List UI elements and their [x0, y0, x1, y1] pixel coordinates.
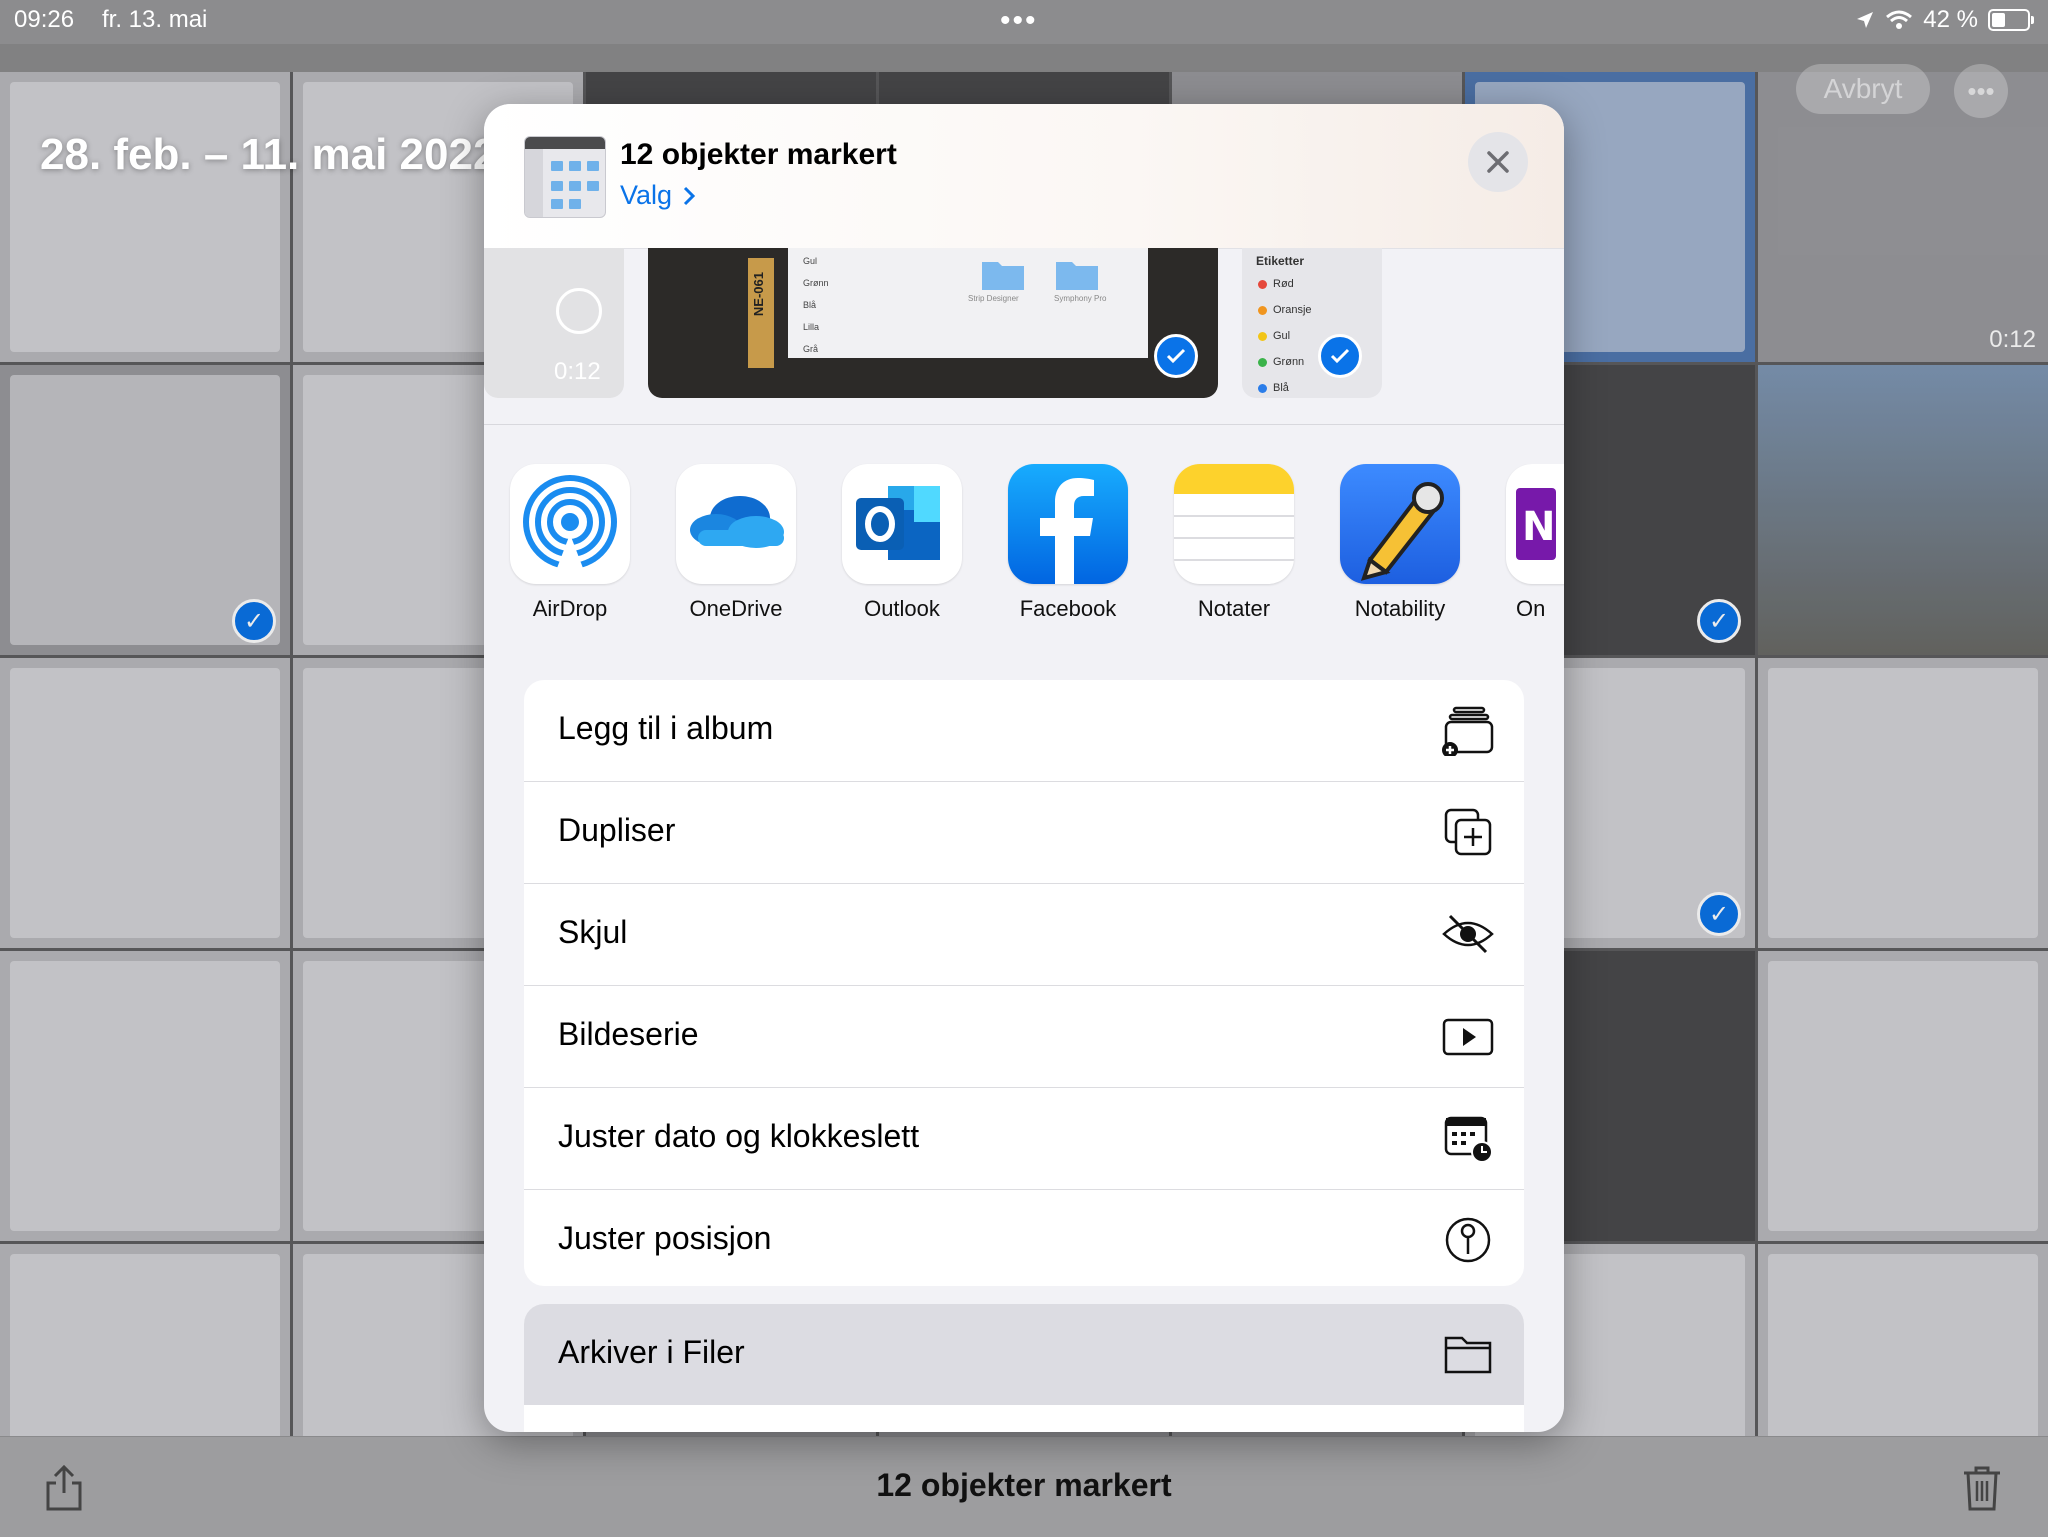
share-app-onedrive[interactable]: OneDrive: [666, 464, 806, 622]
action-label: Arkiver i Filer: [558, 1334, 745, 1370]
onenote-icon: N: [1506, 464, 1564, 584]
selected-photo[interactable]: 0:12: [484, 248, 624, 398]
label-item: Rød: [1258, 278, 1294, 290]
share-app-name: Outlook: [864, 596, 940, 621]
hide-eye-icon: [1442, 914, 1494, 954]
share-app-airdrop[interactable]: AirDrop: [500, 464, 640, 622]
share-sheet-title: 12 objekter markert: [620, 138, 897, 171]
selection-thumbnail: [524, 136, 606, 218]
share-app-name: Notability: [1354, 596, 1446, 621]
folder-label: Strip Designer: [968, 294, 1019, 303]
action-add-to-album[interactable]: Legg til i album: [524, 680, 1524, 782]
share-app-name: OneDrive: [689, 596, 783, 621]
label-item: Grønn: [1258, 356, 1304, 368]
battery-percent: 42 %: [1923, 6, 1978, 33]
status-date: fr. 13. mai: [102, 6, 208, 33]
trash-icon[interactable]: [1960, 1463, 2004, 1513]
selected-photo[interactable]: Etiketter Rød Oransje Gul Grønn Blå: [1242, 248, 1382, 398]
action-duplicate[interactable]: Dupliser: [524, 782, 1524, 884]
share-app-name: AirDrop: [532, 596, 608, 621]
calendar-clock-icon: [1444, 1116, 1493, 1163]
action-label: Dupliser: [558, 812, 676, 848]
folder-icon: [1444, 1336, 1492, 1374]
share-app-name: Facebook: [1019, 596, 1117, 621]
share-app-facebook[interactable]: Facebook: [998, 464, 1138, 622]
action-label: Legg til i album: [558, 710, 774, 746]
airdrop-icon: [510, 464, 630, 584]
status-bar: 09:26 fr. 13. mai ••• 42 %: [0, 0, 2048, 44]
duplicate-icon: [1444, 808, 1492, 856]
notes-icon: [1174, 464, 1294, 584]
add-to-album-icon: [1442, 706, 1494, 756]
share-app-onenote[interactable]: N On: [1496, 464, 1564, 622]
action-hide[interactable]: Skjul: [524, 884, 1524, 986]
status-time: 09:26: [14, 6, 75, 33]
tape-text: NE-061: [751, 272, 766, 317]
close-button[interactable]: [1468, 132, 1528, 192]
mini-label: Gul: [803, 256, 818, 266]
bottom-toolbar: 12 objekter markert: [0, 1436, 2048, 1537]
mini-label: Grå: [803, 344, 819, 354]
options-label: Valg: [620, 180, 673, 210]
share-app-outlook[interactable]: Outlook: [832, 464, 972, 622]
share-app-notability[interactable]: Notability: [1330, 464, 1470, 622]
onedrive-icon: [676, 464, 796, 584]
share-sheet: 12 objekter markert Valg 0:12 NE-061 Gul…: [484, 104, 1564, 1432]
folder-label: Symphony Pro: [1054, 294, 1107, 303]
location-pin-icon: [1445, 1217, 1491, 1263]
svg-text:N: N: [1522, 504, 1555, 550]
chevron-right-icon: [683, 186, 696, 205]
facebook-icon: [1008, 464, 1128, 584]
save-actions-list: Arkiver i Filer: [524, 1304, 1524, 1432]
cancel-selection-button[interactable]: Avbryt: [1796, 64, 1930, 114]
mini-label: Lilla: [803, 322, 820, 332]
mini-label: Blå: [803, 300, 817, 310]
share-app-name: On: [1516, 596, 1546, 621]
close-icon: [1487, 151, 1509, 173]
selected-check-icon: [1318, 334, 1362, 378]
action-adjust-date-time[interactable]: Juster dato og klokkeslett: [524, 1088, 1524, 1190]
labels-title: Etiketter: [1256, 254, 1305, 268]
share-sheet-header: 12 objekter markert Valg: [484, 104, 1564, 249]
notability-icon: [1340, 464, 1460, 584]
multitasking-dots-icon[interactable]: •••: [1000, 4, 1038, 38]
action-label: Bildeserie: [558, 1016, 699, 1052]
label-item: Oransje: [1258, 304, 1312, 316]
action-label: Skjul: [558, 914, 628, 950]
options-link[interactable]: Valg: [620, 180, 696, 211]
action-save-to-files[interactable]: Arkiver i Filer: [524, 1304, 1524, 1405]
battery-icon: [1988, 9, 2034, 31]
action-adjust-location[interactable]: Juster posisjon: [524, 1190, 1524, 1286]
location-arrow-icon: [1857, 12, 1874, 28]
folder-icon: [1056, 262, 1098, 290]
unselected-circle-icon: [556, 288, 602, 334]
action-slideshow[interactable]: Bildeserie: [524, 986, 1524, 1088]
label-item: Gul: [1258, 330, 1290, 342]
share-app-notes[interactable]: Notater: [1164, 464, 1304, 622]
wifi-icon: [1886, 10, 1913, 29]
status-right: 42 %: [1855, 6, 2034, 34]
tape-label: NE-061: [748, 258, 774, 368]
divider: [484, 424, 1564, 425]
action-label: Juster posisjon: [558, 1220, 772, 1256]
slideshow-icon: [1442, 1018, 1494, 1056]
selected-check-icon: [1154, 334, 1198, 378]
more-options-button[interactable]: •••: [1954, 64, 2008, 118]
selection-count-label: 12 objekter markert: [876, 1467, 1172, 1503]
mini-label: Grønn: [803, 278, 829, 288]
action-label: Juster dato og klokkeslett: [558, 1118, 920, 1154]
date-range-title: 28. feb. – 11. mai 2022: [40, 130, 498, 179]
selected-photos-strip: 0:12 NE-061 Gul Grønn Blå Lilla Grå Stri…: [484, 248, 1564, 426]
share-apps-row: AirDrop OneDrive Outlook Facebook Notate…: [484, 464, 1564, 621]
label-item: Blå: [1258, 382, 1289, 394]
outlook-icon: [842, 464, 962, 584]
selected-photo[interactable]: NE-061 Gul Grønn Blå Lilla Grå Strip Des…: [648, 248, 1218, 398]
share-actions-list: Legg til i album Dupliser Skjul Bildeser…: [524, 680, 1524, 1286]
video-duration: 0:12: [554, 358, 601, 385]
share-app-name: Notater: [1197, 596, 1271, 621]
folder-icon: [982, 262, 1024, 290]
